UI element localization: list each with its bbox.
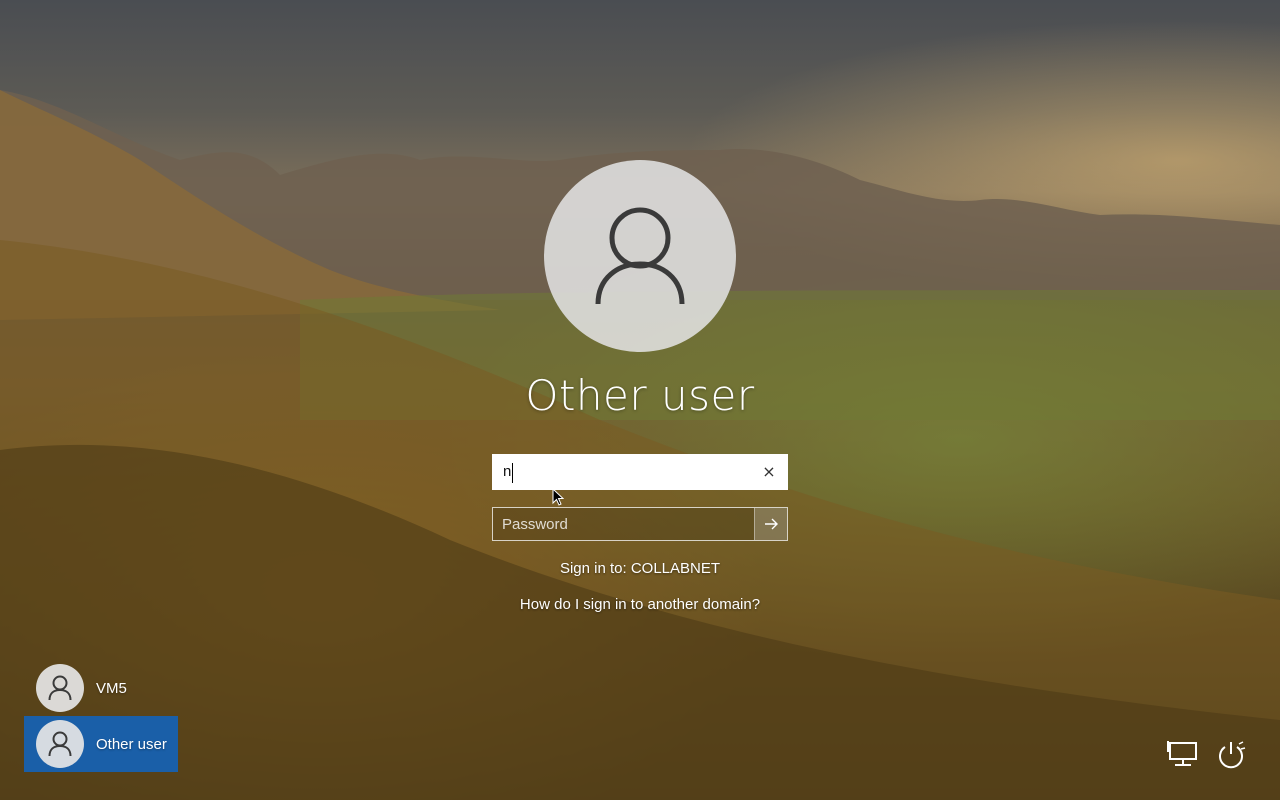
- power-button[interactable]: [1214, 738, 1248, 770]
- mouse-cursor: [552, 488, 564, 506]
- network-button[interactable]: [1166, 738, 1200, 770]
- user-tile-other-user[interactable]: Other user: [24, 716, 178, 772]
- avatar: [36, 720, 84, 768]
- user-tile-name: VM5: [96, 679, 127, 697]
- password-field[interactable]: Password: [492, 507, 788, 541]
- person-icon: [48, 731, 72, 757]
- user-tile-vm5[interactable]: VM5: [24, 660, 178, 716]
- power-icon: [1219, 741, 1246, 769]
- password-placeholder: Password: [502, 516, 568, 533]
- submit-button[interactable]: [754, 508, 787, 540]
- person-icon: [48, 675, 72, 701]
- network-icon: [1167, 741, 1197, 766]
- user-avatar: [544, 160, 736, 352]
- user-title: Other user: [525, 371, 755, 420]
- text-caret: [512, 463, 513, 483]
- user-tile-name: Other user: [96, 735, 167, 753]
- username-value: n: [503, 463, 512, 480]
- clear-icon[interactable]: ×: [761, 462, 777, 482]
- avatar: [36, 664, 84, 712]
- person-icon: [595, 207, 685, 305]
- another-domain-link[interactable]: How do I sign in to another domain?: [0, 596, 1280, 613]
- arrow-right-icon: [765, 518, 778, 530]
- sign-in-domain-text: Sign in to: COLLABNET: [559, 560, 721, 577]
- username-field[interactable]: n ×: [492, 454, 788, 490]
- user-list: VM5 Other user: [24, 660, 178, 772]
